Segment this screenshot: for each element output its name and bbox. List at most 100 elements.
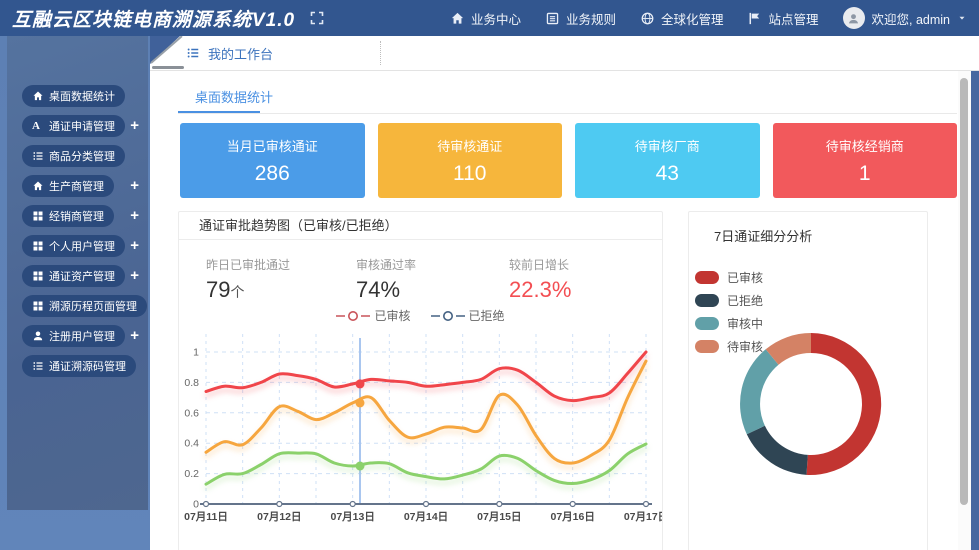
trend-stat-label: 较前日增长 [509,258,570,272]
list-icon [186,46,200,60]
sidebar-item-label: 个人用户管理 [49,241,115,253]
sidebar-item-个人用户管理[interactable]: 个人用户管理 [22,235,125,257]
x-axis-tick [642,500,650,508]
y-axis-tick-label: 0.2 [184,468,199,480]
stat-card-待审核经销商: 待审核经销商 1 [772,123,957,198]
stat-card-value: 1 [858,161,871,185]
stat-card-value: 43 [655,161,679,185]
sidebar-item-桌面数据统计[interactable]: 桌面数据统计 [22,85,125,107]
nav-item-label: 全球化管理 [660,12,724,27]
nav-item-业务规则[interactable]: 业务规则 [545,9,616,28]
trend-stat-suffix: 个 [230,284,245,300]
home-icon [32,180,44,192]
expand-plus-icon[interactable]: + [130,208,139,224]
sidebar-item-注册用户管理[interactable]: 注册用户管理 [22,325,125,347]
trend-line-chart: 0 0.2 0.4 0.6 0.8 1 07月11日 07月12日 07月13日 07月14日 07… [184,334,662,523]
main-content: 桌面数据统计 当月已审核通证 286 待审核通证 110 待审核厂商 43 待审核经销商 1 … [150,70,958,550]
expand-plus-icon[interactable]: + [130,328,139,344]
sidebar-item-label: 生产商管理 [49,181,104,193]
home-icon [32,90,44,102]
fullscreen-icon[interactable] [309,10,325,26]
sidebar-menu: 桌面数据统计 A 通证申请管理 + 商品分类管理生产商管理 + 经销商管理 + 个人用户管理 + 通… [7,36,148,385]
nav-item-全球化管理[interactable]: 全球化管理 [640,9,724,28]
y-axis-tick-label: 0.8 [184,377,199,389]
sidebar-item-生产商管理[interactable]: 生产商管理 [22,175,114,197]
trend-stat-较前日增长: 较前日增长 22.3% [509,256,571,303]
donut-segment-已审核[interactable] [806,333,882,475]
sidebar-row: A 通证申请管理 + [7,115,148,145]
trend-legend-已审核[interactable]: 已审核 [336,307,411,324]
scrollbar-thumb[interactable] [960,78,968,505]
x-axis-tick [496,500,503,508]
sidebar-item-label: 通证溯源码管理 [49,361,126,373]
sidebar-item-商品分类管理[interactable]: 商品分类管理 [22,145,125,167]
y-axis-tick-label: 1 [193,347,199,359]
trend-legend: 已审核 已拒绝 [179,307,662,324]
welcome-text: 欢迎您, admin [871,12,951,27]
donut-chart [740,333,882,475]
nav-item-label: 业务规则 [565,12,616,27]
stat-card-value: 110 [453,161,487,185]
sidebar-item-label: 溯源历程页面管理 [49,301,137,313]
nav-item-业务中心[interactable]: 业务中心 [450,9,521,28]
sidebar-item-通证资产管理[interactable]: 通证资产管理 [22,265,125,287]
sidebar-item-溯源历程页面管理[interactable]: 溯源历程页面管理 [22,295,147,317]
trend-panel-title: 通证审批趋势图（已审核/已拒绝） [179,212,662,240]
trend-stat-number: 22.3 [509,277,552,302]
list-icon [32,360,44,372]
sidebar-item-通证申请管理[interactable]: A 通证申请管理 [22,115,125,137]
expand-plus-icon[interactable]: + [130,178,139,194]
sidebar-item-通证溯源码管理[interactable]: 通证溯源码管理 [22,355,136,377]
user-icon [32,330,44,342]
sidebar-panel: 桌面数据统计 A 通证申请管理 + 商品分类管理生产商管理 + 经销商管理 + 个人用户管理 + 通… [7,36,148,510]
tab-underline-dash [152,66,184,69]
sidebar-item-label: 通证申请管理 [49,121,115,133]
caret-down-icon [957,13,967,23]
vertical-scrollbar [958,36,971,550]
sidebar-item-经销商管理[interactable]: 经销商管理 [22,205,114,227]
x-axis-tick-label: 07月17日 [624,511,662,523]
x-axis-tick-label: 07月13日 [330,511,374,523]
series-marker-已拒绝 [355,398,365,408]
rules-icon [545,11,560,26]
donut-segment-审核中[interactable] [740,349,779,435]
sidebar-row: 桌面数据统计 [7,85,148,115]
avatar [842,7,865,29]
nav-item-站点管理[interactable]: 站点管理 [747,9,819,28]
x-axis-tick [202,500,210,508]
x-axis-tick [569,500,576,508]
trend-stat-suffix: % [551,277,572,302]
section-tab-desktop-stats[interactable]: 桌面数据统计 [195,87,273,106]
expand-plus-icon[interactable]: + [130,118,139,134]
stat-card-label: 待审核经销商 [825,138,904,154]
y-axis-tick-label: 0.4 [184,438,199,450]
series-marker-series-3 [355,461,365,471]
sidebar-row: 通证溯源码管理 [7,355,148,385]
letter-a-icon: A [32,120,40,132]
trend-stat-审核通过率: 审核通过率 74% [356,256,416,303]
expand-plus-icon[interactable]: + [130,238,139,254]
trend-legend-label: 已拒绝 [468,309,505,323]
grid-icon [32,300,44,312]
trend-legend-已拒绝[interactable]: 已拒绝 [430,307,505,324]
tab-label: 我的工作台 [208,46,274,62]
tab-my-workbench[interactable]: 我的工作台 [186,36,273,70]
sidebar-item-label: 通证资产管理 [49,271,115,283]
stat-card-value: 286 [254,161,290,185]
trend-stat-number: 74 [356,277,381,302]
app-header: 互融云区块链电商溯源系统V1.0 业务中心 业务规则 全球化管理 站点管理 欢迎您, a… [0,0,979,36]
x-axis-tick [422,500,430,508]
donut-segment-已拒绝[interactable] [746,425,808,475]
series-line-series-3 [204,442,648,486]
trend-stat-value: 74% [356,277,416,303]
stat-card-label: 当月已审核通证 [226,138,318,154]
expand-plus-icon[interactable]: + [130,268,139,284]
y-axis-tick-label: 0.6 [184,407,199,419]
x-axis-tick-label: 07月12日 [257,511,301,523]
user-menu[interactable]: 欢迎您, admin [842,7,968,29]
trend-stat-value: 79个 [206,277,290,303]
sidebar-item-label: 注册用户管理 [49,331,115,343]
header-nav: 业务中心 业务规则 全球化管理 站点管理 欢迎您, admin [450,7,979,29]
legend-marker-icon [336,310,371,322]
sidebar: 桌面数据统计 A 通证申请管理 + 商品分类管理生产商管理 + 经销商管理 + 个人用户管理 + 通… [0,36,150,550]
